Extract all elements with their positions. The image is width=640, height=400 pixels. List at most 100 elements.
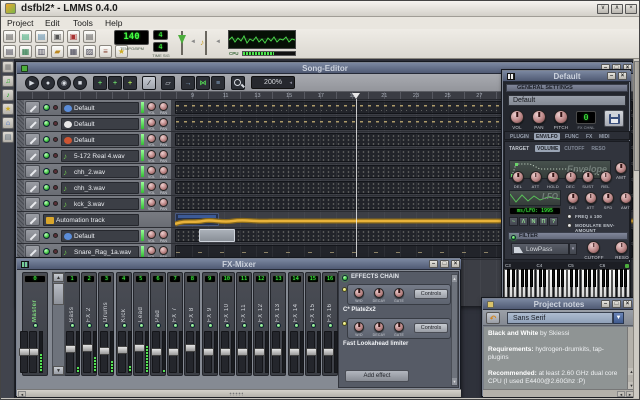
tab-midi[interactable]: MIDI (597, 133, 612, 140)
track-grip[interactable] (17, 196, 24, 211)
track-widget[interactable]: ♪ 5-172 Real 4.wav VOL PAN (17, 148, 171, 163)
piano-black-key[interactable] (601, 269, 605, 287)
fx-channel-name[interactable]: Kick (121, 286, 127, 322)
fx-channel-fader[interactable] (202, 331, 214, 373)
fx-mixer-toggle-icon[interactable]: ▦ (67, 45, 80, 58)
track-solo-led[interactable] (53, 121, 58, 126)
save-as-icon[interactable]: ▣ (67, 30, 80, 43)
track-grip[interactable] (17, 148, 24, 163)
add-bb-track-button[interactable]: + (93, 76, 107, 90)
project-notes-toggle-icon[interactable]: ▨ (83, 45, 96, 58)
draw-mode-button[interactable]: ∕ (142, 76, 156, 90)
vol-knob[interactable] (510, 110, 524, 124)
fx-channel-led[interactable] (121, 323, 127, 328)
piano-black-key[interactable] (561, 269, 564, 287)
env-sust-knob[interactable] (582, 171, 594, 183)
fx-channel-name[interactable]: FX 9 (207, 286, 213, 322)
piano-black-key[interactable] (583, 269, 587, 287)
fx-channel-13[interactable]: 13 FX 13 (270, 272, 287, 376)
track-name-plate[interactable]: ♪ Snare_Rag_1a.wav (61, 245, 139, 258)
fader-thumb[interactable] (65, 344, 76, 353)
edit-mode-button[interactable]: ▱ (161, 76, 175, 90)
piano-black-key[interactable] (511, 269, 515, 287)
track-solo-led[interactable] (53, 249, 58, 254)
cutoff-knob[interactable] (587, 241, 600, 254)
track-vol-knob[interactable] (147, 134, 156, 143)
fx-mixer-close[interactable]: × (451, 260, 460, 268)
target-tab-volume[interactable]: VOLUME (535, 145, 561, 152)
add-effect-button[interactable]: Add effect (345, 370, 409, 382)
fx-channel-fader[interactable] (185, 331, 197, 373)
fx-channel-led[interactable] (156, 323, 161, 328)
track-mute-led[interactable] (43, 200, 50, 207)
track-grip[interactable] (17, 100, 24, 115)
fx-channel-4[interactable]: 4 Kick (115, 272, 132, 376)
effect-enable-led[interactable] (342, 321, 347, 326)
master-volume-slider[interactable] (177, 31, 187, 55)
fx-channel-led[interactable] (190, 323, 196, 328)
fx-mixer-maximize[interactable]: □ (440, 260, 449, 268)
track-vol-knob[interactable] (147, 150, 156, 159)
fx-channel-name[interactable]: Bass (69, 286, 75, 322)
close-button[interactable]: × (625, 4, 637, 14)
notes-hscrollbar[interactable]: ◄ ► (483, 389, 635, 397)
export-project-icon[interactable]: ▤ (83, 30, 96, 43)
fx-channel-scrollbar[interactable]: ▲ ▼ (52, 272, 65, 376)
fader-thumb[interactable] (219, 348, 231, 356)
fx-channel-fader[interactable] (219, 331, 231, 373)
track-widget[interactable]: ♪ chh_2.wav VOL PAN (17, 164, 171, 179)
fader-thumb[interactable] (305, 348, 317, 356)
instrument-name-field[interactable]: Default (508, 95, 626, 106)
track-vol-knob[interactable] (147, 102, 156, 111)
fx-channel-led[interactable] (70, 323, 75, 328)
fx-channel-8[interactable]: 8 FX 8 (184, 272, 201, 376)
track-action-button[interactable] (25, 197, 40, 210)
fx-mixer-hscrollbar[interactable]: ◄ (17, 389, 461, 397)
track-mute-led[interactable] (43, 152, 50, 159)
track-action-button[interactable] (25, 133, 40, 146)
wd-knob[interactable] (354, 322, 364, 332)
font-dropdown-arrow[interactable]: ▼ (613, 312, 624, 324)
undo-button[interactable]: ↶ (486, 312, 500, 324)
env-hold-knob[interactable] (547, 171, 559, 183)
target-tab-reso[interactable]: RESO (589, 145, 607, 152)
fx-channel-fader[interactable] (28, 331, 39, 373)
track-action-button[interactable] (25, 149, 40, 162)
fader-thumb[interactable] (288, 348, 300, 356)
track-name-plate[interactable]: ♪ kck_3.wav (61, 197, 139, 210)
fader-thumb[interactable] (185, 344, 197, 353)
fx-channel-led[interactable] (242, 323, 247, 328)
fx-channel-name[interactable]: FX 15 (310, 286, 316, 322)
track-name-plate[interactable]: ♪ 5-172 Real 4.wav (61, 149, 139, 162)
fx-channel-led[interactable] (173, 323, 179, 328)
lfo-graph[interactable]: LFO (509, 190, 561, 206)
track-name-plate[interactable]: Default (61, 117, 139, 130)
pitch-knob[interactable] (554, 110, 568, 124)
fx-channel-led[interactable] (138, 323, 144, 328)
notes-text-area[interactable]: Black and White by Skiessi Requirements: … (484, 327, 627, 389)
fx-mixer-titlebar[interactable]: FX-Mixer – □ × (17, 259, 461, 270)
wd-knob[interactable] (354, 288, 364, 298)
instrument-titlebar[interactable]: Default – × (503, 71, 631, 82)
track-action-button[interactable] (25, 101, 40, 114)
notes-maximize[interactable]: □ (612, 300, 621, 308)
controls-button[interactable]: Controls (414, 323, 448, 333)
lfo-x100-radio[interactable] (567, 214, 572, 219)
fx-channel-3[interactable]: 3 Drums (98, 272, 115, 376)
track-vol-knob[interactable] (147, 182, 156, 191)
menu-help[interactable]: Help (105, 18, 122, 28)
lfo-wave-shape-3-icon[interactable]: N (529, 217, 538, 226)
lfo-amt-knob[interactable] (619, 192, 632, 204)
save-preset-button[interactable] (604, 110, 624, 127)
track-mute-led[interactable] (43, 120, 50, 127)
fx-channel-12[interactable]: 12 FX 12 (253, 272, 270, 376)
fx-channel-led[interactable] (328, 323, 333, 328)
fx-chnl-display[interactable]: 0 (576, 111, 596, 124)
toolbox-icon[interactable]: ▦ (2, 61, 14, 73)
zoom-selector[interactable]: 200% ◂ (251, 76, 295, 89)
scroll-left-icon[interactable]: ◄ (617, 391, 625, 397)
piano-black-key[interactable] (574, 269, 578, 287)
fx-channel-fader[interactable] (168, 331, 180, 373)
main-titlebar[interactable]: dsfbl2* - LMMS 0.4.0 ∨ ∧ × (1, 1, 639, 17)
workspace-scroll-thumb[interactable] (634, 61, 639, 171)
